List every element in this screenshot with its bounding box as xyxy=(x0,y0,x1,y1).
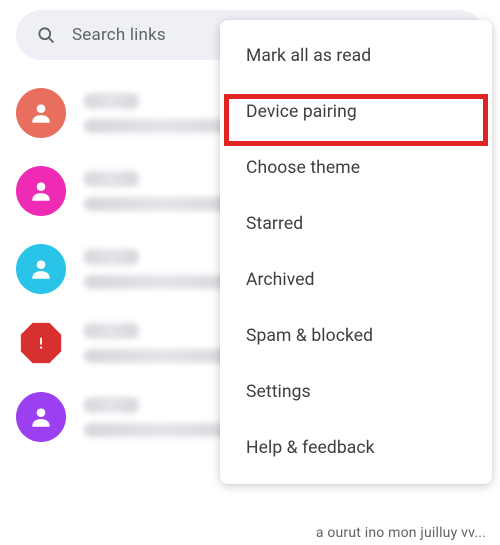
avatar xyxy=(16,166,66,216)
warning-icon xyxy=(30,332,52,354)
menu-item-spam-blocked[interactable]: Spam & blocked xyxy=(220,308,492,364)
conversation-title-redacted xyxy=(84,93,139,109)
menu-item-settings[interactable]: Settings xyxy=(220,364,492,420)
avatar xyxy=(16,88,66,138)
menu-item-archived[interactable]: Archived xyxy=(220,252,492,308)
avatar xyxy=(16,244,66,294)
menu-item-device-pairing[interactable]: Device pairing xyxy=(220,84,492,140)
conversation-title-redacted xyxy=(84,323,139,339)
conversation-title-redacted xyxy=(84,397,139,413)
person-icon xyxy=(28,100,54,126)
avatar-warning xyxy=(20,322,62,364)
person-icon xyxy=(28,256,54,282)
person-icon xyxy=(28,404,54,430)
conversation-title-redacted xyxy=(84,171,139,187)
search-placeholder: Search links xyxy=(72,25,166,45)
person-icon xyxy=(28,178,54,204)
conversation-title-redacted xyxy=(84,249,139,265)
menu-item-help-feedback[interactable]: Help & feedback xyxy=(220,420,492,476)
menu-item-starred[interactable]: Starred xyxy=(220,196,492,252)
search-icon xyxy=(36,25,56,45)
menu-item-mark-all-read[interactable]: Mark all as read xyxy=(220,28,492,84)
avatar xyxy=(16,392,66,442)
partial-snippet-text: a ourut ino mon juilluy vv... xyxy=(316,525,486,541)
menu-item-choose-theme[interactable]: Choose theme xyxy=(220,140,492,196)
overflow-menu: Mark all as read Device pairing Choose t… xyxy=(220,20,492,484)
